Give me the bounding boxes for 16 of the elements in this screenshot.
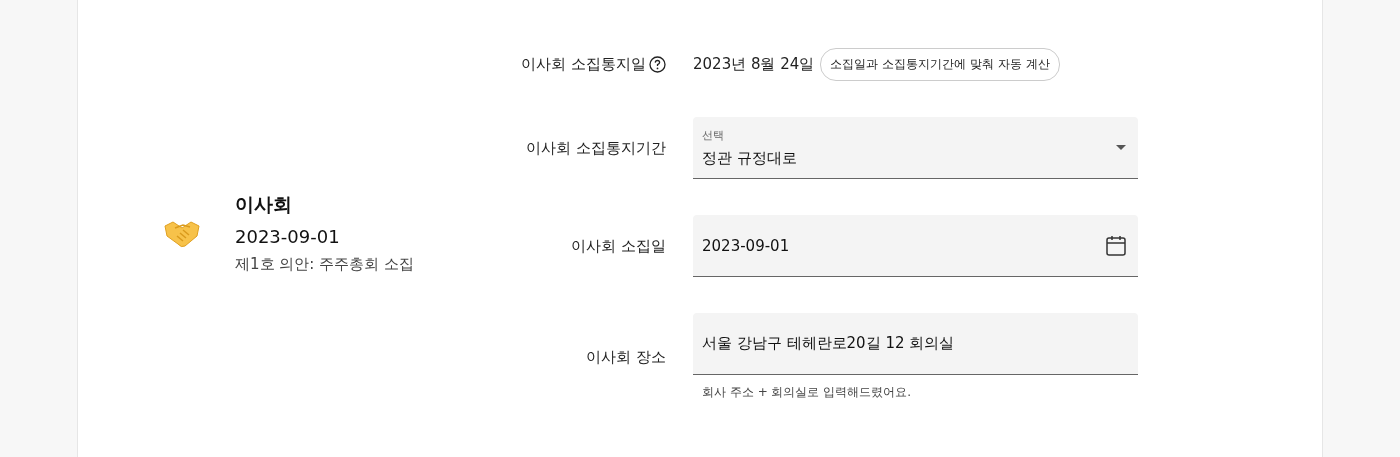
meeting-title: 이사회	[235, 191, 293, 217]
field-label: 이사회 소집통지일	[521, 55, 646, 74]
meeting-date: 2023-09-01	[235, 225, 341, 247]
field-label: 이사회 소집통지기간	[526, 138, 666, 158]
field-label: 이사회 장소	[586, 347, 666, 367]
helper-text: 회사 주소 + 회의실로 입력해드렸어요.	[701, 384, 913, 401]
auto-calc-tag: 소집일과 소집통지기간에 맞춰 자동 계산	[820, 48, 1060, 81]
date-field[interactable]: 2023-09-01	[693, 215, 1138, 277]
help-icon[interactable]	[649, 56, 666, 73]
field-label: 이사회 소집일	[571, 236, 666, 256]
notice-date: 2023년 8월 24일	[693, 55, 815, 74]
input-field[interactable]: 서울 강남구 테헤란로20길 12 회의실	[693, 313, 1138, 375]
calendar-icon[interactable]	[1106, 235, 1126, 256]
select-field[interactable]: 선택 정관 규정대로	[693, 117, 1138, 179]
caret-icon	[1116, 145, 1126, 150]
meeting-agenda: 제1호 의안: 주주총회 소집	[235, 254, 414, 274]
